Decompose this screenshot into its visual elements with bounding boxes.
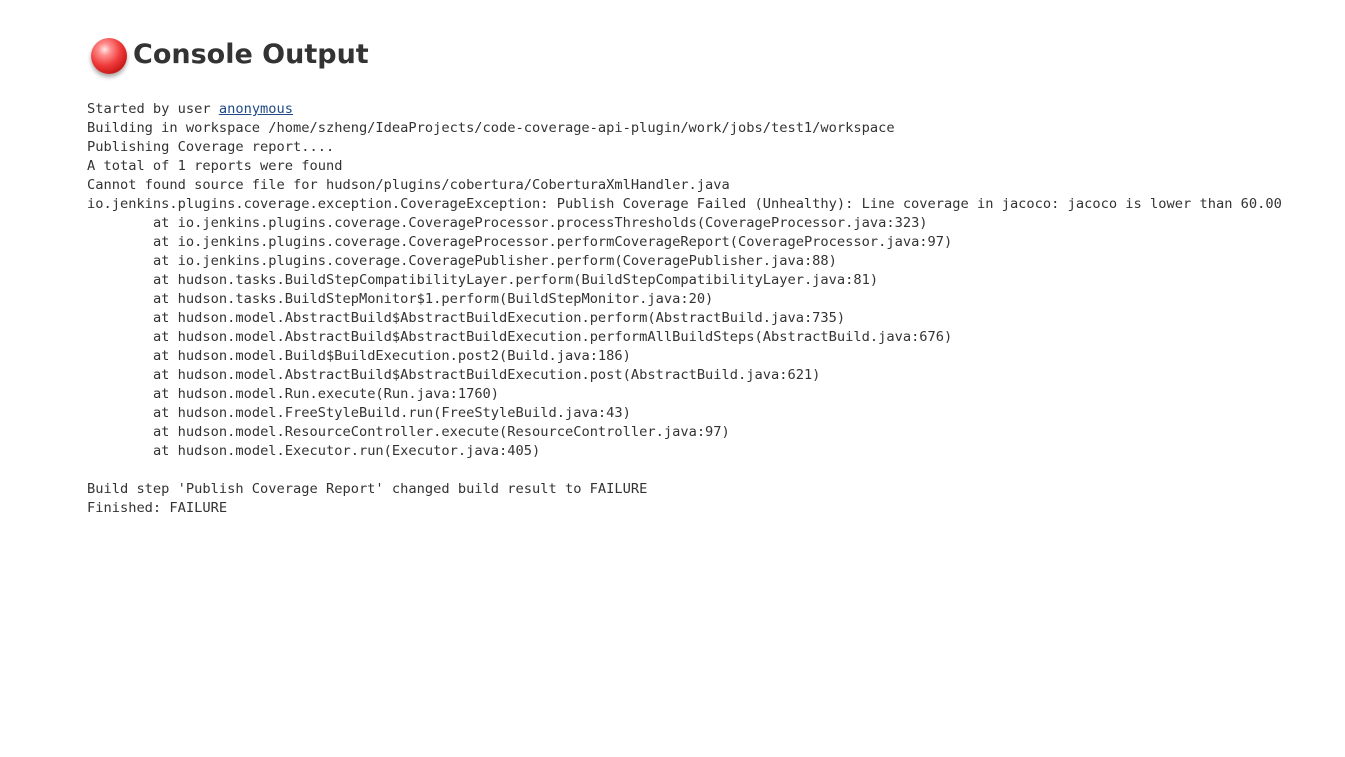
console-line: Build step 'Publish Coverage Report' cha…	[87, 481, 648, 497]
page-title: Console Output	[133, 39, 369, 70]
console-output: Started by user anonymous Building in wor…	[87, 100, 1345, 518]
console-line: Building in workspace /home/szheng/IdeaP…	[87, 120, 895, 136]
console-line: at hudson.model.Build$BuildExecution.pos…	[87, 348, 631, 364]
console-line: at hudson.model.ResourceController.execu…	[87, 424, 730, 440]
console-line: Finished: FAILURE	[87, 500, 228, 516]
started-by-prefix: Started by user	[87, 101, 219, 117]
console-line-started: Started by user anonymous	[87, 100, 1345, 119]
console-line: at hudson.model.FreeStyleBuild.run(FreeS…	[87, 405, 631, 421]
user-link-anonymous[interactable]: anonymous	[219, 101, 293, 117]
main-panel: Console Output Started by user anonymous…	[87, 30, 1345, 518]
console-line: at hudson.model.AbstractBuild$AbstractBu…	[87, 329, 953, 345]
console-line: io.jenkins.plugins.coverage.exception.Co…	[87, 196, 1282, 212]
console-line: at hudson.model.Executor.run(Executor.ja…	[87, 443, 541, 459]
console-line: at hudson.model.AbstractBuild$AbstractBu…	[87, 310, 846, 326]
console-line: at io.jenkins.plugins.coverage.CoverageP…	[87, 234, 953, 250]
console-line: Cannot found source file for hudson/plug…	[87, 177, 730, 193]
console-line: at io.jenkins.plugins.coverage.CoverageP…	[87, 215, 928, 231]
console-line: at hudson.tasks.BuildStepMonitor$1.perfo…	[87, 291, 714, 307]
console-line: at hudson.tasks.BuildStepCompatibilityLa…	[87, 272, 879, 288]
console-line: A total of 1 reports were found	[87, 158, 343, 174]
console-line: at hudson.model.AbstractBuild$AbstractBu…	[87, 367, 821, 383]
red-ball-failure-icon	[91, 38, 127, 74]
page-header: Console Output	[91, 30, 1345, 80]
console-line: Publishing Coverage report....	[87, 139, 335, 155]
console-line: at hudson.model.Run.execute(Run.java:176…	[87, 386, 500, 402]
console-line: at io.jenkins.plugins.coverage.CoverageP…	[87, 253, 837, 269]
